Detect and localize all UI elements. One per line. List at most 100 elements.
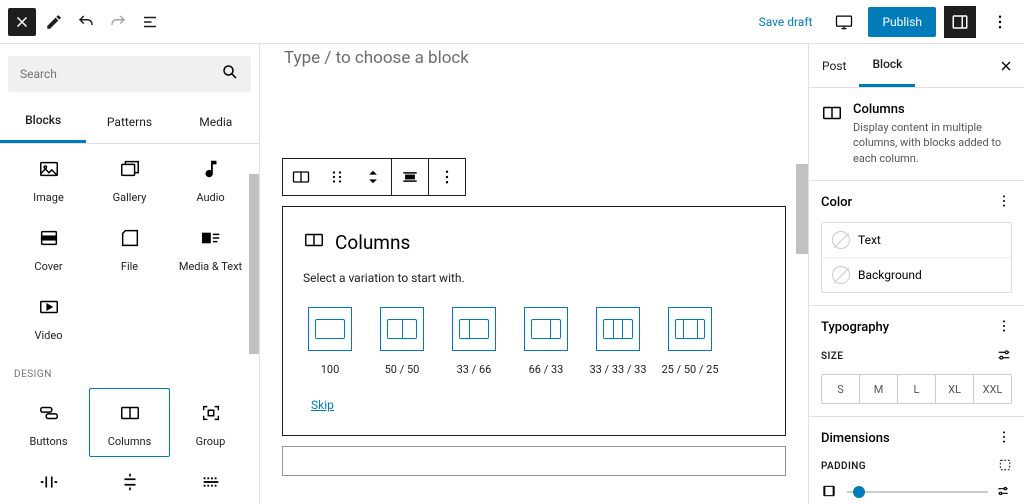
size-m[interactable]: M: [860, 375, 898, 403]
text-color-row[interactable]: Text: [822, 223, 1011, 258]
block-type-icon[interactable]: [283, 159, 319, 195]
block-options-icon[interactable]: [429, 159, 465, 195]
color-row-label: Background: [858, 268, 922, 282]
tab-media[interactable]: Media: [173, 100, 259, 143]
edit-icon[interactable]: [40, 8, 68, 36]
block-media-text[interactable]: Media & Text: [170, 213, 251, 282]
columns-icon: [303, 229, 325, 255]
inserter-scroll-area[interactable]: Image Gallery Audio Cover File: [0, 144, 259, 504]
variation-label: 33 / 33 / 33: [589, 363, 646, 376]
tab-blocks[interactable]: Blocks: [0, 100, 86, 143]
font-size-selector[interactable]: S M L XL XXL: [821, 374, 1012, 404]
block-stack[interactable]: Stack: [89, 457, 170, 504]
sidebar-tabs: Post Block: [809, 44, 1024, 88]
link-sides-icon[interactable]: [998, 458, 1012, 475]
options-menu-button[interactable]: [984, 6, 1016, 38]
variation-25-50-25[interactable]: 25 / 50 / 25: [663, 307, 717, 376]
color-row-label: Text: [858, 233, 881, 247]
block-label: Audio: [196, 191, 224, 204]
variation-grid: 100 50 / 50 33 / 66 66 / 33 33 / 33 / 33: [303, 307, 765, 376]
variation-66-33[interactable]: 66 / 33: [519, 307, 573, 376]
align-button[interactable]: [392, 159, 428, 195]
settings-icon[interactable]: [996, 484, 1012, 500]
file-icon: [118, 226, 142, 250]
save-draft-button[interactable]: Save draft: [751, 15, 821, 29]
canvas-scrollbar-track: [796, 44, 808, 504]
cover-icon: [37, 226, 61, 250]
block-image[interactable]: Image: [8, 144, 89, 213]
columns-placeholder-subtitle: Select a variation to start with.: [303, 271, 765, 285]
padding-horizontal-slider[interactable]: [821, 483, 1012, 501]
preview-button[interactable]: [828, 6, 860, 38]
empty-paragraph-block[interactable]: [282, 446, 786, 476]
size-l[interactable]: L: [898, 375, 936, 403]
block-label: Video: [35, 329, 63, 342]
move-arrows-icon[interactable]: [355, 159, 391, 195]
variation-33-66[interactable]: 33 / 66: [447, 307, 501, 376]
block-description: Columns Display content in multiple colu…: [809, 88, 1024, 181]
top-toolbar: Save draft Publish: [0, 0, 1024, 44]
block-label: Cover: [34, 260, 62, 273]
settings-icon[interactable]: [996, 347, 1012, 366]
size-label: SIZE: [821, 351, 843, 362]
publish-button[interactable]: Publish: [868, 7, 936, 37]
block-description-text: Display content in multiple columns, wit…: [853, 120, 1012, 166]
redo-button[interactable]: [104, 8, 132, 36]
block-video[interactable]: Video: [8, 282, 89, 351]
settings-sidebar-toggle[interactable]: [944, 6, 976, 38]
image-icon: [37, 157, 61, 181]
drag-handle-icon[interactable]: [319, 159, 355, 195]
block-file[interactable]: File: [89, 213, 170, 282]
canvas-scrollbar-thumb[interactable]: [796, 164, 808, 254]
block-columns[interactable]: Columns: [89, 388, 170, 457]
horizontal-icon: [821, 483, 839, 501]
block-label: Group: [196, 435, 226, 448]
block-label: File: [121, 260, 138, 273]
block-label: Gallery: [113, 191, 147, 204]
block-cover[interactable]: Cover: [8, 213, 89, 282]
inserter-scrollbar-thumb[interactable]: [249, 174, 259, 354]
tab-block[interactable]: Block: [859, 44, 915, 87]
inserter-scrollbar-track: [249, 154, 259, 504]
variation-33-33-33[interactable]: 33 / 33 / 33: [591, 307, 645, 376]
variation-label: 33 / 66: [457, 363, 492, 376]
columns-icon: [821, 102, 843, 166]
panel-options-icon[interactable]: [996, 318, 1012, 337]
panel-options-icon[interactable]: [996, 193, 1012, 212]
group-icon: [199, 401, 223, 425]
typography-panel: Typography SIZE S M L XL XXL: [809, 306, 1024, 417]
color-panel: Color Text Background: [809, 181, 1024, 306]
block-label: Media & Text: [179, 260, 242, 273]
size-xxl[interactable]: XXL: [974, 375, 1011, 403]
tab-patterns[interactable]: Patterns: [86, 100, 172, 143]
editor-canvas[interactable]: Type / to choose a block Columns Select …: [260, 44, 808, 504]
columns-placeholder-title: Columns: [335, 231, 410, 254]
block-group[interactable]: Group: [170, 388, 251, 457]
columns-icon: [118, 401, 142, 425]
panel-options-icon[interactable]: [996, 429, 1012, 448]
variation-label: 25 / 50 / 25: [661, 363, 718, 376]
document-overview-button[interactable]: [136, 8, 164, 36]
panel-title: Typography: [821, 320, 889, 335]
skip-link[interactable]: Skip: [311, 398, 334, 412]
block-gallery[interactable]: Gallery: [89, 144, 170, 213]
close-inserter-button[interactable]: [8, 8, 36, 36]
block-buttons[interactable]: Buttons: [8, 388, 89, 457]
block-row[interactable]: Row: [8, 457, 89, 504]
undo-button[interactable]: [72, 8, 100, 36]
block-more[interactable]: More: [170, 457, 251, 504]
size-xl[interactable]: XL: [936, 375, 974, 403]
size-s[interactable]: S: [822, 375, 860, 403]
tab-post[interactable]: Post: [809, 44, 859, 87]
variation-50-50[interactable]: 50 / 50: [375, 307, 429, 376]
block-type-hint: Type / to choose a block: [260, 44, 808, 68]
variation-100[interactable]: 100: [303, 307, 357, 376]
search-input[interactable]: [20, 67, 221, 81]
close-sidebar-button[interactable]: [988, 48, 1024, 84]
buttons-icon: [37, 401, 61, 425]
block-label: Image: [33, 191, 64, 204]
block-audio[interactable]: Audio: [170, 144, 251, 213]
search-box[interactable]: [8, 56, 251, 92]
variation-label: 100: [321, 363, 340, 376]
background-color-row[interactable]: Background: [822, 258, 1011, 292]
